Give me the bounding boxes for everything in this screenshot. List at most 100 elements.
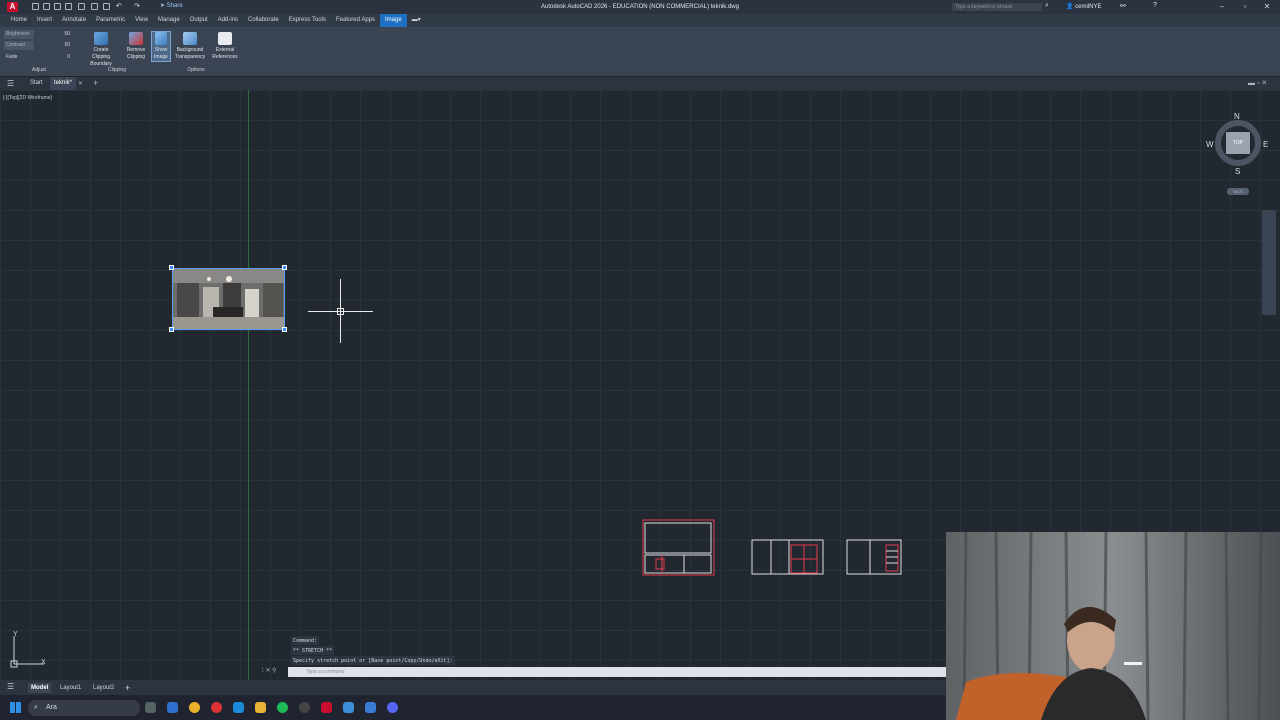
tab-parametric[interactable]: Parametric	[91, 14, 130, 27]
close-tab-icon[interactable]: ✕	[78, 80, 83, 87]
compass-north[interactable]: N	[1234, 112, 1240, 121]
viewport-controls[interactable]: [-][Top][2D Wireframe]	[3, 95, 52, 101]
elevation-2-lines	[751, 539, 824, 575]
remove-clipping-button[interactable]: Remove Clipping	[120, 32, 152, 61]
external-references-label: External References	[212, 47, 238, 60]
show-image-button[interactable]: Show Image	[151, 31, 171, 62]
command-history-line: Specify stretch point or [Base point/Cop…	[291, 656, 455, 665]
layout-menu-icon[interactable]: ☰	[7, 682, 14, 691]
windows-start-icon[interactable]	[10, 702, 21, 713]
tab-layout1[interactable]: Layout1	[57, 683, 84, 693]
tab-layout2[interactable]: Layout2	[90, 683, 117, 693]
file-explorer-icon[interactable]	[255, 702, 266, 713]
title-bar: A ↶ ↷ ➤ Share Autodesk AutoCAD 2026 - ED…	[0, 0, 1280, 14]
ucs-y-label: Y	[13, 631, 18, 638]
tab-add-ins[interactable]: Add-ins	[213, 14, 243, 27]
menu-icon[interactable]: ☰	[7, 79, 14, 88]
edge-icon[interactable]	[167, 702, 178, 713]
navigation-bar[interactable]	[1262, 210, 1276, 315]
remove-clipping-icon	[129, 32, 143, 45]
show-image-label: Show Image	[154, 47, 168, 60]
ucs-x-label: X	[41, 659, 46, 666]
command-history-line: ** STRETCH **	[291, 646, 335, 655]
tab-featured-apps[interactable]: Featured Apps	[331, 14, 380, 27]
image-grip-top-right[interactable]	[282, 265, 287, 270]
contrast-slider[interactable]: Contrast 50	[4, 41, 74, 50]
tab-manage[interactable]: Manage	[153, 14, 185, 27]
tab-annotate[interactable]: Annotate	[57, 14, 91, 27]
contrast-value[interactable]: 50	[64, 41, 70, 50]
discord-icon[interactable]	[387, 702, 398, 713]
close-window-button[interactable]: ✕	[1256, 1, 1278, 13]
tab-insert[interactable]: Insert	[32, 14, 57, 27]
external-references-button[interactable]: External References	[208, 32, 242, 61]
app-icon[interactable]	[299, 702, 310, 713]
command-history-line: Command:	[291, 636, 320, 645]
compass-west[interactable]: W	[1206, 140, 1214, 149]
y-axis-line	[248, 90, 249, 680]
image-grip-bottom-left[interactable]	[169, 327, 174, 332]
create-clipping-boundary-button[interactable]: Create Clipping Boundary	[84, 32, 118, 68]
adjust-panel-label: Adjust	[32, 67, 46, 73]
opera-icon[interactable]	[211, 702, 222, 713]
fade-label: Fade	[6, 54, 18, 60]
task-view-icon[interactable]	[145, 702, 156, 713]
store-icon[interactable]	[365, 702, 376, 713]
tab-model[interactable]: Model	[28, 683, 52, 693]
tab-view[interactable]: View	[130, 14, 153, 27]
ribbon-options-icon[interactable]: ▬▾	[407, 14, 426, 27]
cart-icon[interactable]: ⚯	[1120, 2, 1126, 10]
crosshair-pickbox	[337, 308, 344, 315]
show-image-icon	[155, 32, 167, 45]
spotify-icon[interactable]	[277, 702, 288, 713]
fade-slider[interactable]: Fade 0	[4, 53, 74, 62]
tab-drawing-file[interactable]: teknik*	[50, 77, 77, 90]
brightness-value[interactable]: 50	[64, 30, 70, 39]
background-transparency-button[interactable]: Background Transparency	[172, 32, 208, 61]
browser-icon[interactable]	[233, 702, 244, 713]
compass-south[interactable]: S	[1235, 167, 1240, 176]
viewcube-top-face[interactable]: TOP	[1226, 132, 1250, 154]
taskbar-search[interactable]: ⌕ Ara	[28, 700, 140, 716]
mail-icon[interactable]	[343, 702, 354, 713]
autocad-taskbar-icon[interactable]	[321, 702, 332, 713]
interior-render-image	[173, 269, 284, 329]
options-panel-label: Options	[187, 67, 205, 73]
contrast-label: Contrast	[4, 41, 34, 50]
search-input[interactable]: Type a keyword or phrase	[952, 3, 1042, 11]
new-tab-icon[interactable]: +	[93, 78, 98, 88]
tab-home[interactable]: Home	[6, 14, 32, 27]
tab-output[interactable]: Output	[185, 14, 213, 27]
image-grip-bottom-right[interactable]	[282, 327, 287, 332]
tab-collaborate[interactable]: Collaborate	[243, 14, 284, 27]
viewport-minimize-icon[interactable]: ▬ ▫ ✕	[1248, 79, 1267, 87]
wcs-menu[interactable]: WCS	[1227, 188, 1249, 195]
compass-east[interactable]: E	[1263, 140, 1268, 149]
brightness-slider[interactable]: Brightness 50	[4, 30, 74, 39]
minimize-button[interactable]: –	[1211, 1, 1233, 13]
command-input[interactable]: Type a command	[288, 667, 948, 677]
tab-express-tools[interactable]: Express Tools	[284, 14, 331, 27]
add-layout-icon[interactable]: +	[122, 683, 133, 693]
user-account[interactable]: 👤 cemilNYE	[1066, 3, 1101, 10]
search-icon[interactable]: ⌕	[1045, 2, 1049, 10]
maximize-button[interactable]: ▫	[1234, 1, 1256, 13]
drawing-elevation-3[interactable]	[846, 539, 902, 575]
background-transparency-label: Background Transparency	[174, 47, 206, 60]
tab-image[interactable]: Image	[380, 14, 407, 27]
document-tab-bar: ☰ Start teknik* ✕ + ▬ ▫ ✕	[0, 77, 1280, 90]
image-grip-top-left[interactable]	[169, 265, 174, 270]
taskbar-search-label: Ara	[46, 704, 57, 711]
ribbon-tab-row: Home Insert Annotate Parametric View Man…	[0, 14, 1280, 27]
fade-value[interactable]: 0	[67, 53, 70, 62]
create-clipping-label: Create Clipping Boundary	[90, 47, 112, 67]
ribbon-panel: Brightness 50 Contrast 50 Fade 0 Adjust …	[0, 27, 1280, 77]
drawing-elevation-1[interactable]	[642, 519, 715, 576]
help-icon[interactable]: ?	[1153, 2, 1157, 9]
command-line-icons[interactable]: ⁞ ✕ ⚲	[262, 667, 276, 674]
ucs-icon: Y X	[10, 630, 50, 670]
tab-start[interactable]: Start	[30, 80, 43, 86]
drawing-elevation-2[interactable]	[751, 539, 824, 575]
raster-image-render[interactable]	[172, 268, 285, 330]
chrome-icon[interactable]	[189, 702, 200, 713]
